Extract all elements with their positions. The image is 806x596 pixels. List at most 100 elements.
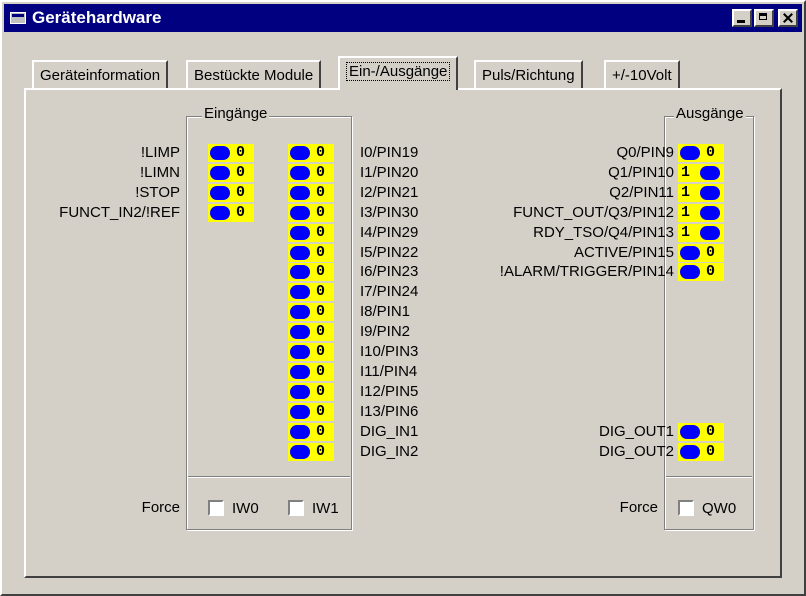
input-label: DIG_IN1 <box>360 423 419 440</box>
input-indicator: 0 <box>288 443 334 461</box>
input-indicator: 0 <box>288 383 334 401</box>
input-label: I1/PIN20 <box>360 164 419 181</box>
output-indicator-dot <box>680 246 700 260</box>
inputs-force-label: Force <box>141 499 180 516</box>
input-indicator-dot <box>290 285 310 299</box>
output-label: Q1/PIN10 <box>608 164 674 181</box>
input-indicator-dot <box>290 325 310 339</box>
minimize-button[interactable] <box>732 9 752 27</box>
output-indicator-value: 0 <box>706 423 716 440</box>
tab-ein-ausgaenge[interactable]: Ein-/Ausgänge <box>338 56 459 90</box>
output-label: DIG_OUT2 <box>598 443 674 460</box>
force-qw0-checkbox[interactable] <box>678 500 694 516</box>
input-indicator-value: 0 <box>316 283 326 300</box>
input-indicator-value: 0 <box>316 403 326 420</box>
output-indicator-value: 0 <box>706 244 716 261</box>
input-indicator-value: 0 <box>316 144 326 161</box>
output-indicator-dot <box>680 265 700 279</box>
inputs-force-separator <box>188 476 350 478</box>
input-label: I7/PIN24 <box>360 283 419 300</box>
input-indicator-value: 0 <box>316 263 326 280</box>
input-label: !STOP <box>135 184 180 201</box>
tab-geraeteinformation[interactable]: Geräteinformation <box>32 60 169 88</box>
tab-bestueckte-module[interactable]: Bestückte Module <box>186 60 322 88</box>
tab-puls-richtung[interactable]: Puls/Richtung <box>474 60 583 88</box>
input-label: I12/PIN5 <box>360 383 419 400</box>
close-button[interactable] <box>778 9 798 27</box>
output-indicator-dot <box>700 206 720 220</box>
input-label: I8/PIN1 <box>360 303 411 320</box>
input-indicator: 0 <box>288 184 334 202</box>
force-iw1-label: IW1 <box>312 500 339 517</box>
output-label: RDY_TSO/Q4/PIN13 <box>533 224 674 241</box>
output-indicator-dot <box>700 186 720 200</box>
input-indicator: 0 <box>288 323 334 341</box>
input-indicator-dot <box>290 226 310 240</box>
output-indicator-value: 1 <box>681 184 691 201</box>
output-indicator: 0 <box>678 244 724 262</box>
input-indicator-value: 0 <box>236 204 246 221</box>
input-indicator: 0 <box>288 144 334 162</box>
output-indicator-value: 0 <box>706 144 716 161</box>
output-indicator: 1 <box>678 184 724 202</box>
input-indicator: 0 <box>288 363 334 381</box>
input-indicator-dot <box>290 186 310 200</box>
input-indicator: 0 <box>288 283 334 301</box>
input-label: DIG_IN2 <box>360 443 419 460</box>
output-indicator-value: 0 <box>706 443 716 460</box>
force-iw1-checkbox[interactable] <box>288 500 304 516</box>
input-indicator-value: 0 <box>236 164 246 181</box>
output-indicator-value: 1 <box>681 224 691 241</box>
input-indicator: 0 <box>288 403 334 421</box>
input-label: I10/PIN3 <box>360 343 419 360</box>
inputs-group-label: Eingänge <box>202 105 270 122</box>
output-indicator-dot <box>680 146 700 160</box>
output-indicator: 1 <box>678 224 724 242</box>
input-indicator: 0 <box>208 144 254 162</box>
input-indicator: 0 <box>288 204 334 222</box>
input-label: I2/PIN21 <box>360 184 419 201</box>
input-label: !LIMN <box>139 164 180 181</box>
input-indicator-dot <box>290 385 310 399</box>
input-indicator-value: 0 <box>236 184 246 201</box>
output-label: Q0/PIN9 <box>616 144 674 161</box>
output-label: ACTIVE/PIN15 <box>573 244 674 261</box>
input-indicator-dot <box>290 445 310 459</box>
output-indicator-value: 1 <box>681 204 691 221</box>
input-indicator: 0 <box>288 343 334 361</box>
input-label: I9/PIN2 <box>360 323 411 340</box>
output-label: Q2/PIN11 <box>609 184 674 201</box>
output-indicator: 0 <box>678 144 724 162</box>
output-indicator: 0 <box>678 423 724 441</box>
input-indicator-dot <box>290 345 310 359</box>
outputs-group-label: Ausgänge <box>674 105 746 122</box>
input-label: I5/PIN22 <box>360 244 419 261</box>
input-indicator: 0 <box>288 423 334 441</box>
output-indicator-dot <box>680 445 700 459</box>
force-iw0-checkbox[interactable] <box>208 500 224 516</box>
output-label: DIG_OUT1 <box>598 423 674 440</box>
input-indicator-dot <box>210 206 230 220</box>
input-indicator-value: 0 <box>316 363 326 380</box>
title-bar[interactable]: Gerätehardware <box>4 4 802 32</box>
force-iw0-label: IW0 <box>232 500 259 517</box>
input-indicator: 0 <box>208 204 254 222</box>
input-label: I11/PIN4 <box>360 363 418 380</box>
input-indicator: 0 <box>208 184 254 202</box>
input-indicator-dot <box>290 405 310 419</box>
tab-ein-ausgaenge-label: Ein-/Ausgänge <box>346 62 451 81</box>
output-indicator: 1 <box>678 204 724 222</box>
input-indicator-value: 0 <box>316 443 326 460</box>
input-label: I6/PIN23 <box>360 263 419 280</box>
input-indicator-dot <box>210 186 230 200</box>
tab-plus-minus-10-volt[interactable]: +/-10Volt <box>604 60 680 88</box>
input-indicator: 0 <box>288 244 334 262</box>
input-indicator-value: 0 <box>316 383 326 400</box>
output-label: !ALARM/TRIGGER/PIN14 <box>499 263 674 280</box>
input-indicator-value: 0 <box>316 164 326 181</box>
input-label: I0/PIN19 <box>360 144 419 161</box>
input-label: I3/PIN30 <box>360 204 419 221</box>
input-indicator-value: 0 <box>316 303 326 320</box>
input-indicator-dot <box>290 206 310 220</box>
maximize-button[interactable] <box>754 9 774 27</box>
